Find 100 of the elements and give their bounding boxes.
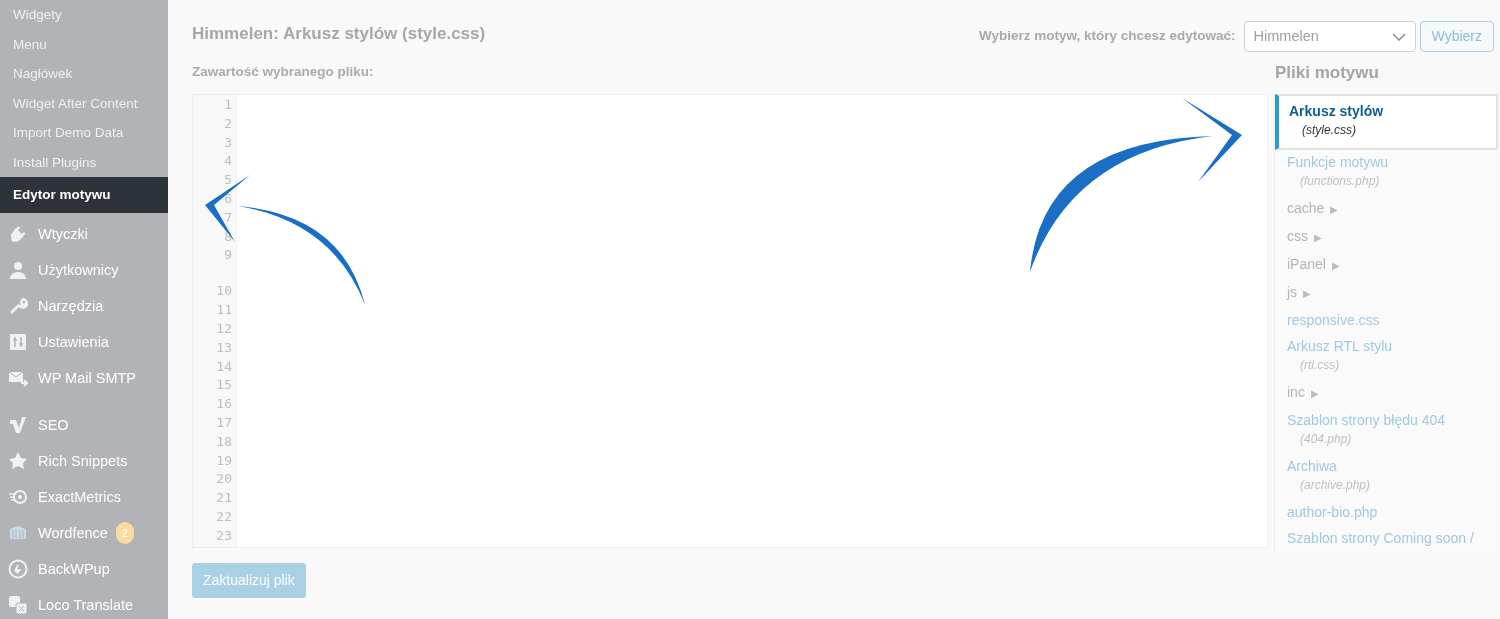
menu-label: BackWPup bbox=[38, 559, 110, 579]
sidebar-item[interactable]: Widget After Content bbox=[0, 88, 168, 118]
expand-toggle: ▶ bbox=[1330, 204, 1339, 215]
expand-toggle: ▶ bbox=[1314, 232, 1322, 243]
translate-icon bbox=[8, 594, 28, 615]
menu-label: WP Mail SMTP bbox=[38, 368, 137, 388]
folder-item[interactable]: inc ▶ bbox=[1275, 380, 1498, 408]
line-number: 18 bbox=[215, 432, 233, 451]
wrench-icon bbox=[8, 295, 28, 316]
file-item[interactable]: responsive.css bbox=[1275, 308, 1498, 334]
menu-label: Wtyczki bbox=[38, 224, 88, 244]
file-item[interactable]: Archiwa (archive.php) bbox=[1275, 454, 1498, 500]
file-item[interactable]: Szablon strony błędu 404 (404.php) bbox=[1275, 408, 1498, 454]
page-title: Himmelen: Arkusz stylów (style.css) bbox=[192, 24, 486, 45]
file-item[interactable]: Arkusz stylów (style.css) bbox=[1275, 94, 1498, 150]
file-label: Funkcje motywu bbox=[1287, 154, 1389, 170]
line-number: 19 bbox=[215, 451, 233, 470]
folder-label: css bbox=[1287, 228, 1308, 244]
line-number: 6 bbox=[223, 190, 233, 208]
update-file-button[interactable]: Zaktualizuj plik bbox=[192, 563, 306, 598]
line-number: 7 bbox=[223, 208, 233, 227]
sidebar-item[interactable]: Ustawienia bbox=[0, 323, 168, 360]
file-name: (rtl.css) bbox=[1299, 357, 1341, 374]
file-item[interactable]: Szablon strony Coming soon / bbox=[1275, 526, 1498, 552]
line-number: 1 bbox=[223, 96, 233, 114]
line-number: 23 bbox=[215, 526, 233, 545]
menu-label: Rich Snippets bbox=[38, 451, 128, 471]
sidebar-item[interactable]: Install Plugins bbox=[0, 147, 168, 177]
select-button[interactable]: Wybierz bbox=[1419, 21, 1494, 52]
line-number: 3 bbox=[223, 133, 233, 152]
file-name: (style.css) bbox=[1301, 122, 1357, 139]
expand-toggle: ▶ bbox=[1331, 260, 1340, 271]
file-item[interactable]: Funkcje motywu (functions.php) bbox=[1275, 150, 1498, 196]
file-label: author-bio.php bbox=[1287, 504, 1378, 520]
theme-picker-label: Wybierz motyw, który chcesz edytować: bbox=[978, 27, 1236, 46]
sidebar-item[interactable]: Nagłówek bbox=[0, 59, 168, 89]
line-number: 20 bbox=[215, 470, 233, 489]
file-label: responsive.css bbox=[1287, 312, 1380, 328]
line-number: 17 bbox=[215, 413, 233, 432]
line-number: 14 bbox=[215, 357, 233, 376]
menu-label: Loco Translate bbox=[38, 595, 134, 615]
sidebar-item[interactable]: SEO bbox=[0, 406, 168, 443]
sidebar-item[interactable]: Loco Translate bbox=[0, 586, 168, 619]
editor-label: Zawartość wybranego pliku: bbox=[192, 63, 375, 81]
line-number: 21 bbox=[215, 489, 233, 508]
file-label: Arkusz RTL stylu bbox=[1287, 338, 1393, 354]
menu-label: Użytkownicy bbox=[38, 260, 119, 280]
files-heading: Pliki motywu bbox=[1275, 62, 1380, 84]
sidebar-item[interactable]: Widgety bbox=[0, 0, 168, 30]
file-label: Arkusz stylów bbox=[1289, 103, 1384, 119]
menu-label: Ustawienia bbox=[38, 332, 109, 352]
file-item[interactable]: author-bio.php bbox=[1275, 500, 1498, 526]
line-number: 2 bbox=[223, 114, 233, 133]
folder-item[interactable]: css ▶ bbox=[1275, 224, 1498, 252]
sidebar-item[interactable]: BackWPup bbox=[0, 550, 168, 587]
line-number: 11 bbox=[215, 301, 233, 320]
line-number: 9 bbox=[223, 246, 233, 265]
sidebar-item[interactable]: Edytor motywu bbox=[0, 177, 168, 213]
folder-item[interactable]: js ▶ bbox=[1275, 280, 1498, 308]
menu-label: ExactMetrics bbox=[38, 487, 121, 507]
expand-toggle: ▶ bbox=[1310, 388, 1319, 399]
file-name: (functions.php) bbox=[1299, 173, 1381, 190]
line-number: 15 bbox=[215, 376, 233, 395]
file-label: Archiwa bbox=[1287, 458, 1337, 474]
folder-label: js bbox=[1287, 284, 1298, 300]
file-item[interactable]: Arkusz RTL stylu (rtl.css) bbox=[1275, 334, 1498, 380]
sidebar-item[interactable]: Narzędzia bbox=[0, 287, 168, 324]
line-number: 22 bbox=[215, 507, 233, 526]
sidebar-item[interactable]: Wtyczki bbox=[0, 215, 168, 252]
file-label: Szablon strony błędu 404 bbox=[1287, 412, 1445, 428]
folder-label: iPanel bbox=[1287, 256, 1326, 272]
line-number: 10 bbox=[215, 282, 233, 301]
sidebar-item[interactable]: WP Mail SMTP bbox=[0, 359, 168, 396]
folder-label: inc bbox=[1287, 384, 1305, 400]
menu-label: Narzędzia bbox=[38, 296, 104, 316]
expand-toggle: ▶ bbox=[1303, 288, 1312, 299]
folder-item[interactable]: iPanel ▶ bbox=[1275, 252, 1498, 280]
sidebar-item[interactable]: Import Demo Data bbox=[0, 118, 168, 148]
count-badge: 2 bbox=[115, 521, 134, 544]
star-icon bbox=[8, 450, 28, 471]
line-number: 4 bbox=[223, 152, 233, 171]
sidebar-item[interactable]: Wordfence 2 bbox=[0, 514, 168, 551]
sliders-icon bbox=[8, 331, 28, 352]
menu-label: Wordfence bbox=[38, 523, 108, 543]
line-number: 13 bbox=[215, 338, 233, 357]
file-name: (archive.php) bbox=[1299, 477, 1372, 494]
sidebar-item[interactable]: Menu bbox=[0, 29, 168, 59]
line-number: 16 bbox=[215, 395, 233, 414]
chevron-icon bbox=[1391, 32, 1406, 41]
folder-item[interactable]: cache ▶ bbox=[1275, 196, 1498, 224]
line-number: 12 bbox=[215, 319, 233, 338]
sidebar-item[interactable]: Użytkownicy bbox=[0, 251, 168, 288]
folder-label: cache bbox=[1287, 200, 1325, 216]
line-number: 5 bbox=[223, 171, 233, 190]
sidebar-item[interactable]: Rich Snippets bbox=[0, 442, 168, 479]
theme-select[interactable]: Himmelen bbox=[1243, 21, 1416, 52]
sidebar-item[interactable]: ExactMetrics bbox=[0, 478, 168, 515]
file-name: (404.php) bbox=[1299, 431, 1353, 448]
user-icon bbox=[8, 259, 28, 280]
file-label: Szablon strony Coming soon / bbox=[1287, 530, 1474, 546]
